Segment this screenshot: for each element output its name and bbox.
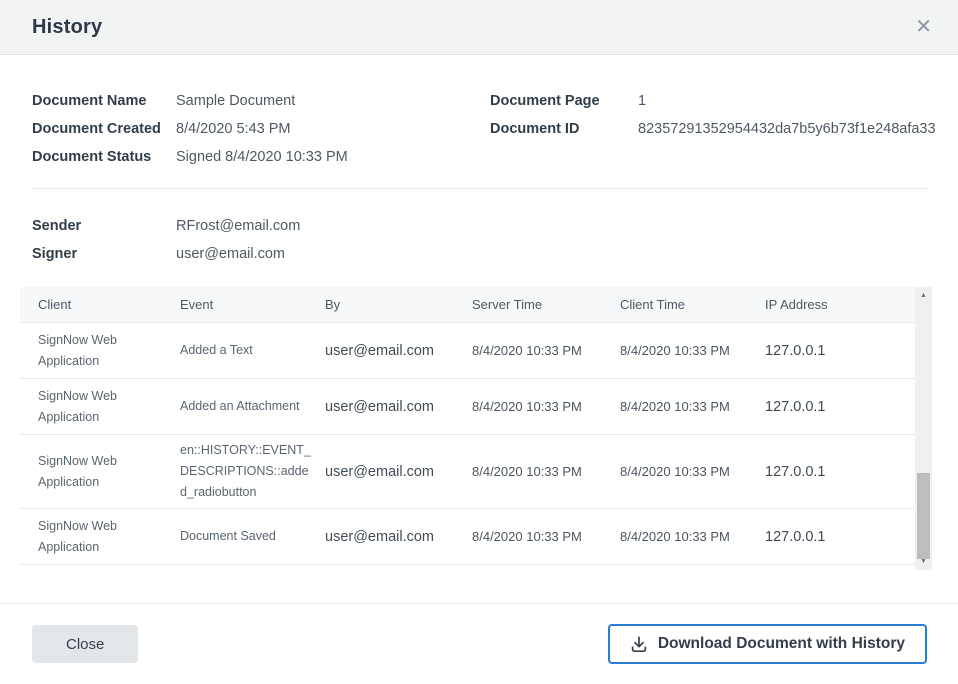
section-divider bbox=[32, 188, 928, 189]
table-row: SignNow Web Application Added an Attachm… bbox=[20, 379, 932, 435]
cell-client: SignNow Web Application bbox=[38, 516, 180, 557]
field-document-name: Document Name Sample Document bbox=[32, 87, 348, 115]
field-signer: Signer user@email.com bbox=[32, 240, 300, 268]
cell-event: Document Saved bbox=[180, 526, 325, 547]
field-document-status: Document Status Signed 8/4/2020 10:33 PM bbox=[32, 143, 348, 171]
field-value: 1 bbox=[638, 93, 646, 109]
cell-event: Added an Attachment bbox=[180, 396, 325, 417]
parties-section: Sender RFrost@email.com Signer user@emai… bbox=[32, 212, 300, 268]
table-row: SignNow Web Application Document Saved u… bbox=[20, 509, 932, 565]
field-value: Signed 8/4/2020 10:33 PM bbox=[176, 149, 348, 165]
field-value: user@email.com bbox=[176, 246, 285, 262]
cell-by: user@email.com bbox=[325, 529, 472, 545]
table-scrollbar[interactable]: ▲ ▼ bbox=[915, 287, 932, 570]
scroll-up-icon[interactable]: ▲ bbox=[915, 288, 932, 303]
cell-ip-address: 127.0.0.1 bbox=[765, 343, 912, 359]
table-header-row: Client Event By Server Time Client Time … bbox=[20, 287, 932, 323]
cell-client: SignNow Web Application bbox=[38, 386, 180, 427]
column-header-server-time: Server Time bbox=[472, 297, 620, 312]
download-icon bbox=[630, 635, 648, 653]
cell-ip-address: 127.0.0.1 bbox=[765, 464, 912, 480]
cell-ip-address: 127.0.0.1 bbox=[765, 399, 912, 415]
modal-header: History ✕ bbox=[0, 0, 958, 55]
download-document-button[interactable]: Download Document with History bbox=[608, 624, 927, 664]
field-document-created: Document Created 8/4/2020 5:43 PM bbox=[32, 115, 348, 143]
scroll-down-icon[interactable]: ▼ bbox=[915, 554, 932, 569]
field-label: Signer bbox=[32, 246, 176, 262]
field-document-page: Document Page 1 bbox=[490, 87, 936, 115]
field-document-id: Document ID 82357291352954432da7b5y6b73f… bbox=[490, 115, 936, 143]
scrollbar-thumb[interactable] bbox=[917, 473, 930, 559]
field-label: Document Name bbox=[32, 93, 176, 109]
document-info-left: Document Name Sample Document Document C… bbox=[32, 87, 348, 171]
field-label: Document ID bbox=[490, 121, 638, 137]
cell-client-time: 8/4/2020 10:33 PM bbox=[620, 343, 765, 358]
field-label: Document Created bbox=[32, 121, 176, 137]
field-value: 8/4/2020 5:43 PM bbox=[176, 121, 290, 137]
cell-server-time: 8/4/2020 10:33 PM bbox=[472, 529, 620, 544]
field-label: Document Page bbox=[490, 93, 638, 109]
field-sender: Sender RFrost@email.com bbox=[32, 212, 300, 240]
cell-server-time: 8/4/2020 10:33 PM bbox=[472, 343, 620, 358]
cell-client-time: 8/4/2020 10:33 PM bbox=[620, 399, 765, 414]
history-table: Client Event By Server Time Client Time … bbox=[20, 287, 932, 570]
field-value: Sample Document bbox=[176, 93, 295, 109]
download-button-label: Download Document with History bbox=[658, 635, 905, 653]
column-header-client: Client bbox=[38, 297, 180, 312]
cell-event: en::HISTORY::EVENT_DESCRIPTIONS::added_r… bbox=[180, 440, 325, 504]
cell-event: Added a Text bbox=[180, 340, 325, 361]
column-header-ip-address: IP Address bbox=[765, 297, 912, 312]
column-header-by: By bbox=[325, 297, 472, 312]
cell-client: SignNow Web Application bbox=[38, 451, 180, 492]
cell-client: SignNow Web Application bbox=[38, 330, 180, 371]
cell-by: user@email.com bbox=[325, 464, 472, 480]
cell-by: user@email.com bbox=[325, 399, 472, 415]
column-header-event: Event bbox=[180, 297, 325, 312]
table-row: SignNow Web Application en::HISTORY::EVE… bbox=[20, 435, 932, 509]
column-header-client-time: Client Time bbox=[620, 297, 765, 312]
close-button[interactable]: Close bbox=[32, 625, 138, 663]
close-icon[interactable]: ✕ bbox=[915, 17, 932, 37]
cell-client-time: 8/4/2020 10:33 PM bbox=[620, 464, 765, 479]
modal-title: History bbox=[32, 16, 102, 39]
cell-server-time: 8/4/2020 10:33 PM bbox=[472, 399, 620, 414]
field-value: RFrost@email.com bbox=[176, 218, 300, 234]
cell-client-time: 8/4/2020 10:33 PM bbox=[620, 529, 765, 544]
field-value: 82357291352954432da7b5y6b73f1e248afa33 bbox=[638, 121, 936, 137]
cell-server-time: 8/4/2020 10:33 PM bbox=[472, 464, 620, 479]
history-modal: History ✕ Document Name Sample Document … bbox=[0, 0, 958, 684]
table-row: SignNow Web Application Added a Text use… bbox=[20, 323, 932, 379]
cell-ip-address: 127.0.0.1 bbox=[765, 529, 912, 545]
footer-divider bbox=[0, 603, 958, 604]
field-label: Sender bbox=[32, 218, 176, 234]
document-info-right: Document Page 1 Document ID 823572913529… bbox=[490, 87, 936, 143]
field-label: Document Status bbox=[32, 149, 176, 165]
cell-by: user@email.com bbox=[325, 343, 472, 359]
